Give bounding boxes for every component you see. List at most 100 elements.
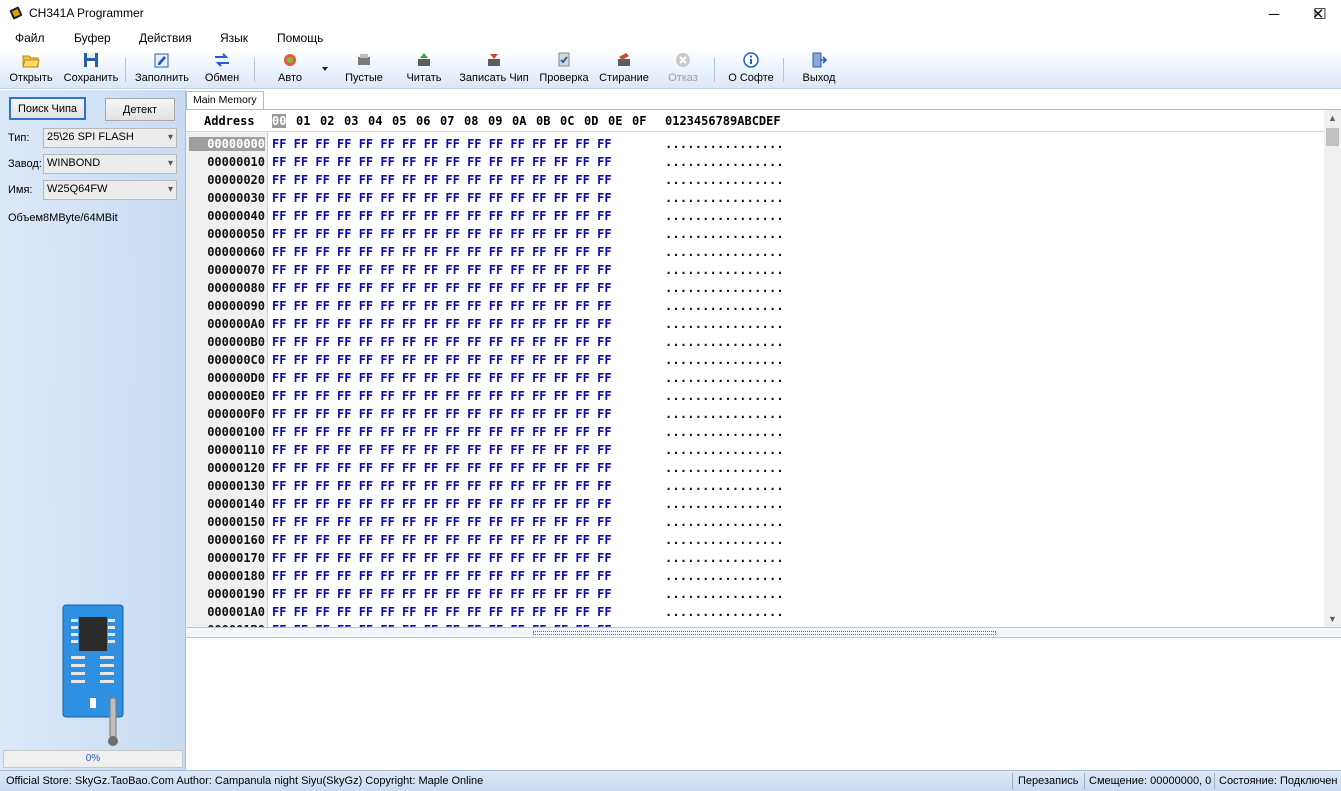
hex-row[interactable]: 00000010 FF FF FF FF FF FF FF FF FF FF FF… bbox=[186, 152, 1324, 170]
row-bytes[interactable]: FF FF FF FF FF FF FF FF FF FF FF FF FF F… bbox=[272, 137, 612, 151]
hex-editor[interactable]: Address 00 01 02 03 04 05 06 07 08 09 0A 0B 0C 0D 0E 0F… bbox=[186, 109, 1341, 627]
hex-row[interactable]: 00000170 FF FF FF FF FF FF FF FF FF FF FF… bbox=[186, 548, 1324, 566]
hex-row[interactable]: 000001B0FF FF FF FF FF FF FF FF FF FF FF… bbox=[186, 620, 1324, 627]
hex-row[interactable]: 00000180 FF FF FF FF FF FF FF FF FF FF FF… bbox=[186, 566, 1324, 584]
row-ascii[interactable]: ................ bbox=[665, 137, 784, 151]
read-button[interactable]: Читать bbox=[399, 50, 449, 88]
detect-button[interactable]: Детект bbox=[105, 98, 175, 121]
row-bytes[interactable]: FF FF FF FF FF FF FF FF FF FF FF FF FF F… bbox=[272, 299, 612, 313]
erase-button[interactable]: Стирание bbox=[596, 50, 652, 88]
hex-row[interactable]: 000000A0 FF FF FF FF FF FF FF FF FF FF FF… bbox=[186, 314, 1324, 332]
hex-row[interactable]: 00000060 FF FF FF FF FF FF FF FF FF FF FF… bbox=[186, 242, 1324, 260]
row-bytes[interactable]: FF FF FF FF FF FF FF FF FF FF FF FF FF F… bbox=[272, 479, 612, 493]
row-bytes[interactable]: FF FF FF FF FF FF FF FF FF FF FF FF FF F… bbox=[272, 353, 612, 367]
row-bytes[interactable]: FF FF FF FF FF FF FF FF FF FF FF FF FF F… bbox=[272, 191, 612, 205]
row-ascii[interactable]: ................ bbox=[665, 263, 784, 277]
row-bytes[interactable]: FF FF FF FF FF FF FF FF FF FF FF FF FF F… bbox=[272, 335, 612, 349]
row-ascii[interactable]: ................ bbox=[665, 281, 784, 295]
row-bytes[interactable]: FF FF FF FF FF FF FF FF FF FF FF FF FF F… bbox=[272, 515, 612, 529]
row-ascii[interactable]: ................ bbox=[665, 569, 784, 583]
tab-main-memory[interactable]: Main Memory bbox=[186, 91, 264, 109]
row-ascii[interactable]: ................ bbox=[665, 479, 784, 493]
row-ascii[interactable]: ................ bbox=[665, 551, 784, 565]
row-bytes[interactable]: FF FF FF FF FF FF FF FF FF FF FF FF FF F… bbox=[272, 605, 612, 619]
row-bytes[interactable]: FF FF FF FF FF FF FF FF FF FF FF FF FF F… bbox=[272, 281, 612, 295]
row-ascii[interactable]: ................ bbox=[665, 173, 784, 187]
row-bytes[interactable]: FF FF FF FF FF FF FF FF FF FF FF FF FF F… bbox=[272, 587, 612, 601]
menu-help[interactable]: Помощь bbox=[277, 31, 323, 45]
row-bytes[interactable]: FF FF FF FF FF FF FF FF FF FF FF FF FF F… bbox=[272, 227, 612, 241]
row-bytes[interactable]: FF FF FF FF FF FF FF FF FF FF FF FF FF F… bbox=[272, 551, 612, 565]
search-chip-button[interactable]: Поиск Чипа bbox=[9, 97, 86, 120]
hex-row[interactable]: 00000080 FF FF FF FF FF FF FF FF FF FF FF… bbox=[186, 278, 1324, 296]
row-ascii[interactable]: ................ bbox=[665, 335, 784, 349]
row-ascii[interactable]: ................ bbox=[665, 155, 784, 169]
hex-row[interactable]: 00000190 FF FF FF FF FF FF FF FF FF FF FF… bbox=[186, 584, 1324, 602]
row-ascii[interactable]: ................ bbox=[665, 443, 784, 457]
scroll-down-icon[interactable]: ▼ bbox=[1324, 611, 1341, 627]
hex-row[interactable]: 000000C0 FF FF FF FF FF FF FF FF FF FF FF… bbox=[186, 350, 1324, 368]
name-select[interactable]: W25Q64FW ▾ bbox=[43, 180, 177, 200]
type-select[interactable]: 25\26 SPI FLASH ▾ bbox=[43, 128, 177, 148]
menu-buffer[interactable]: Буфер bbox=[74, 31, 111, 45]
row-ascii[interactable]: ................ bbox=[665, 353, 784, 367]
row-ascii[interactable]: ................ bbox=[665, 407, 784, 421]
row-ascii[interactable]: ................ bbox=[665, 191, 784, 205]
menu-file[interactable]: Файл bbox=[15, 31, 45, 45]
fill-button[interactable]: Заполнить bbox=[131, 50, 193, 88]
hex-row[interactable]: 00000040 FF FF FF FF FF FF FF FF FF FF FF… bbox=[186, 206, 1324, 224]
row-bytes[interactable]: FF FF FF FF FF FF FF FF FF FF FF FF FF F… bbox=[272, 497, 612, 511]
row-ascii[interactable]: ................ bbox=[665, 605, 784, 619]
row-ascii[interactable]: ................ bbox=[665, 425, 784, 439]
row-ascii[interactable]: ................ bbox=[665, 533, 784, 547]
save-button[interactable]: Сохранить bbox=[62, 50, 120, 88]
splitter-grip[interactable] bbox=[533, 631, 996, 635]
row-bytes[interactable]: FF FF FF FF FF FF FF FF FF FF FF FF FF F… bbox=[272, 173, 612, 187]
row-bytes[interactable]: FF FF FF FF FF FF FF FF FF FF FF FF FF F… bbox=[272, 317, 612, 331]
hex-row[interactable]: 000001A0 FF FF FF FF FF FF FF FF FF FF FF… bbox=[186, 602, 1324, 620]
auto-dropdown-arrow-icon[interactable] bbox=[322, 67, 328, 71]
row-bytes[interactable]: FF FF FF FF FF FF FF FF FF FF FF FF FF F… bbox=[272, 209, 612, 223]
row-ascii[interactable]: ................ bbox=[665, 209, 784, 223]
hex-row[interactable]: 00000030 FF FF FF FF FF FF FF FF FF FF FF… bbox=[186, 188, 1324, 206]
hex-row[interactable]: 00000130 FF FF FF FF FF FF FF FF FF FF FF… bbox=[186, 476, 1324, 494]
hex-row[interactable]: 00000100 FF FF FF FF FF FF FF FF FF FF FF… bbox=[186, 422, 1324, 440]
row-bytes[interactable]: FF FF FF FF FF FF FF FF FF FF FF FF FF F… bbox=[272, 245, 612, 259]
row-ascii[interactable]: ................ bbox=[665, 515, 784, 529]
menu-language[interactable]: Язык bbox=[220, 31, 248, 45]
menu-actions[interactable]: Действия bbox=[139, 31, 192, 45]
row-ascii[interactable]: ................ bbox=[665, 371, 784, 385]
cancel-button[interactable]: Отказ bbox=[660, 50, 706, 88]
row-ascii[interactable]: ................ bbox=[665, 317, 784, 331]
row-ascii[interactable]: ................ bbox=[665, 245, 784, 259]
hex-row[interactable]: 00000120 FF FF FF FF FF FF FF FF FF FF FF… bbox=[186, 458, 1324, 476]
auto-button[interactable]: Авто bbox=[266, 50, 314, 88]
pane-splitter[interactable] bbox=[186, 627, 1341, 638]
hex-row[interactable]: 00000090 FF FF FF FF FF FF FF FF FF FF FF… bbox=[186, 296, 1324, 314]
row-bytes[interactable]: FF FF FF FF FF FF FF FF FF FF FF FF FF F… bbox=[272, 155, 612, 169]
row-ascii[interactable]: ................ bbox=[665, 587, 784, 601]
row-bytes[interactable]: FF FF FF FF FF FF FF FF FF FF FF FF FF F… bbox=[272, 407, 612, 421]
row-bytes[interactable]: FF FF FF FF FF FF FF FF FF FF FF FF FF F… bbox=[272, 569, 612, 583]
hex-row[interactable]: 00000150 FF FF FF FF FF FF FF FF FF FF FF… bbox=[186, 512, 1324, 530]
hex-row[interactable]: 00000070 FF FF FF FF FF FF FF FF FF FF FF… bbox=[186, 260, 1324, 278]
hex-row[interactable]: 00000140 FF FF FF FF FF FF FF FF FF FF FF… bbox=[186, 494, 1324, 512]
hex-row[interactable]: 000000B0 FF FF FF FF FF FF FF FF FF FF FF… bbox=[186, 332, 1324, 350]
scroll-up-icon[interactable]: ▲ bbox=[1324, 110, 1341, 127]
row-ascii[interactable]: ................ bbox=[665, 497, 784, 511]
write-chip-button[interactable]: Записать Чип bbox=[456, 50, 532, 88]
about-button[interactable]: О Софте bbox=[724, 50, 778, 88]
minimize-button[interactable]: ─ bbox=[1251, 0, 1297, 28]
row-ascii[interactable]: ................ bbox=[665, 461, 784, 475]
row-bytes[interactable]: FF FF FF FF FF FF FF FF FF FF FF FF FF F… bbox=[272, 443, 612, 457]
vendor-select[interactable]: WINBOND ▾ bbox=[43, 154, 177, 174]
exit-button[interactable]: Выход bbox=[796, 50, 842, 88]
hex-row[interactable]: 00000000 FF FF FF FF FF FF FF FF FF FF FF… bbox=[186, 134, 1324, 152]
hex-row[interactable]: 00000160 FF FF FF FF FF FF FF FF FF FF FF… bbox=[186, 530, 1324, 548]
row-bytes[interactable]: FF FF FF FF FF FF FF FF FF FF FF FF FF F… bbox=[272, 533, 612, 547]
swap-button[interactable]: Обмен bbox=[197, 50, 247, 88]
hex-row[interactable]: 00000110 FF FF FF FF FF FF FF FF FF FF FF… bbox=[186, 440, 1324, 458]
row-ascii[interactable]: ................ bbox=[665, 227, 784, 241]
open-button[interactable]: Открыть bbox=[4, 50, 58, 88]
hex-row[interactable]: 000000F0 FF FF FF FF FF FF FF FF FF FF FF… bbox=[186, 404, 1324, 422]
